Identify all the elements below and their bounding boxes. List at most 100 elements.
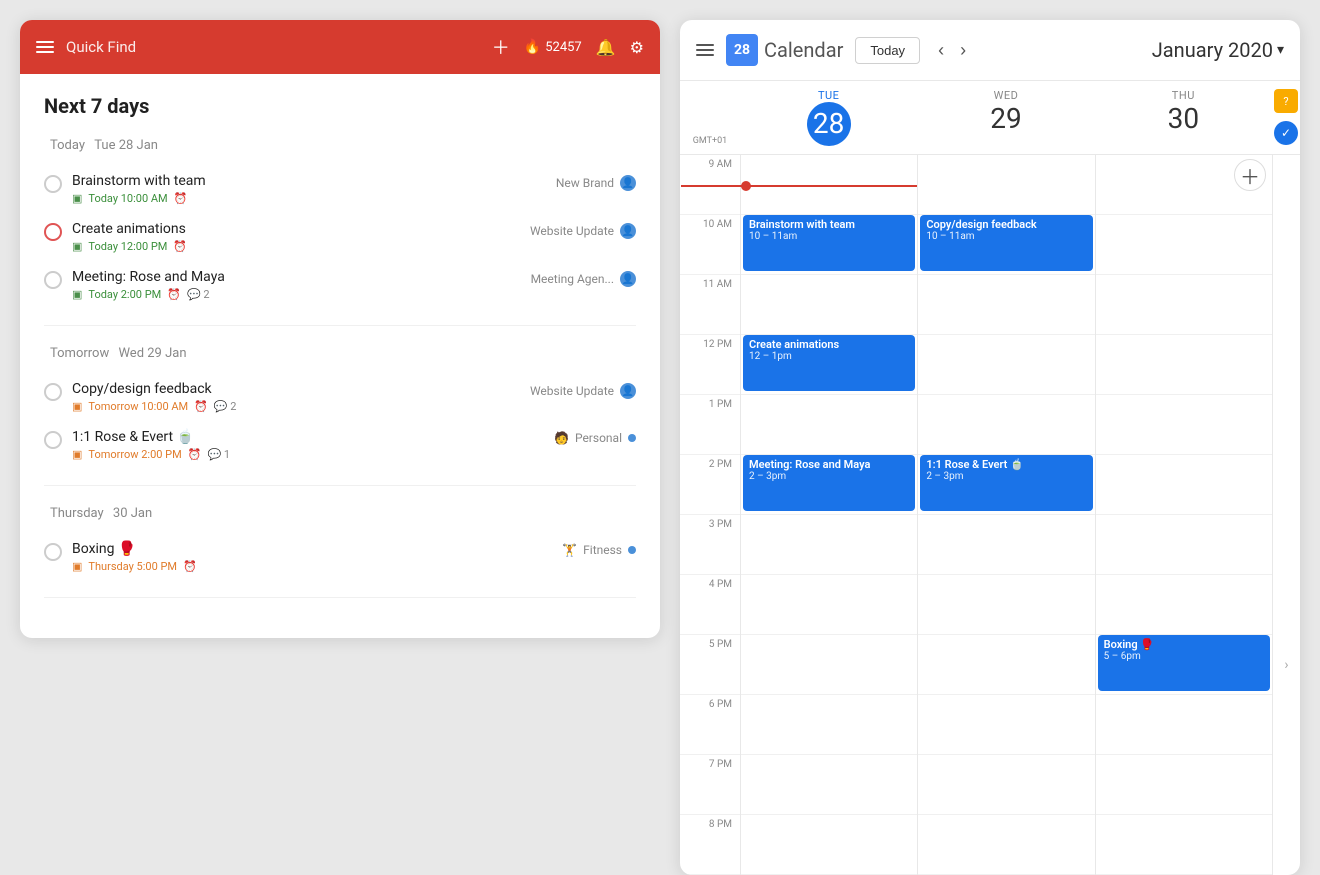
done-icon[interactable]: ✓ [1274,121,1298,145]
quick-find-label[interactable]: Quick Find [66,38,480,56]
task-item[interactable]: Create animations ▣ Today 12:00 PM ⏰ Web… [44,213,636,261]
time-8pm: 8 PM [680,815,740,875]
task-right: New Brand 👤 [556,175,636,191]
cal-icon: ▣ [72,400,82,413]
panel-title: Next 7 days [44,94,636,118]
task-meta: ▣ Today 10:00 AM ⏰ [72,192,556,205]
fitness-emoji: 🏋 [562,543,577,557]
comments-badge: 💬 2 [214,400,237,413]
karma-badge: 🔥 52457 [524,39,582,55]
tomorrow-task-list: Copy/design feedback ▣ Tomorrow 10:00 AM… [44,373,636,486]
karma-icon: 🔥 [524,39,541,55]
top-bar-icons: ＋ 🔥 52457 🔔 ⚙ [492,34,644,60]
cal-app-name: Calendar [764,38,843,62]
cal-icon: ▣ [72,240,82,253]
task-right: Website Update 👤 [530,383,636,399]
event-brainstorm[interactable]: Brainstorm with team 10 – 11am [743,215,915,271]
time-1pm: 1 PM [680,395,740,455]
event-animations[interactable]: Create animations 12 – 1pm [743,335,915,391]
cal-icon: ▣ [72,192,82,205]
prev-nav-button[interactable]: ‹ [932,38,950,63]
task-right: Website Update 👤 [530,223,636,239]
gear-icon[interactable]: ⚙ [630,38,644,57]
task-checkbox[interactable] [44,271,62,289]
cal-day-thu[interactable]: THU 30 [1095,81,1272,154]
task-checkbox[interactable] [44,543,62,561]
day-dow-thu: THU [1172,89,1195,102]
bell-icon[interactable]: 🔔 [596,38,616,57]
tasks-icon[interactable]: ? [1274,89,1298,113]
day-col-wed: Copy/design feedback 10 – 11am 1:1 Rose … [917,155,1094,875]
day-num-30: 30 [1168,102,1199,136]
day-num-29: 29 [990,102,1021,136]
comments-badge: 💬 1 [207,448,230,461]
task-checkbox[interactable] [44,175,62,193]
event-copy-design[interactable]: Copy/design feedback 10 – 11am [920,215,1092,271]
hamburger-menu[interactable] [36,41,54,53]
left-content: Next 7 days Today Tue 28 Jan Brainstorm … [20,74,660,638]
right-spacer: › [1272,155,1300,875]
next-nav-button[interactable]: › [954,38,972,63]
today-button[interactable]: Today [855,37,920,64]
task-item[interactable]: Meeting: Rose and Maya ▣ Today 2:00 PM ⏰… [44,261,636,309]
avatar: 👤 [620,223,636,239]
avatar: 👤 [620,175,636,191]
cal-header: 28 Calendar Today ‹ › January 2020 [680,20,1300,81]
reminder-icon: ⏰ [183,560,197,573]
cal-icon: ▣ [72,288,82,301]
task-right: Meeting Agen... 👤 [531,271,636,287]
cal-side-icons: ? ✓ [1272,81,1300,154]
reminder-icon: ⏰ [194,400,208,413]
task-meta: ▣ Thursday 5:00 PM ⏰ [72,560,562,573]
event-11-rose[interactable]: 1:1 Rose & Evert 🍵 2 – 3pm [920,455,1092,511]
cal-month-title[interactable]: January 2020 [984,38,1284,62]
cal-logo-box: 28 [726,34,758,66]
task-right: 🧑 Personal [554,431,636,445]
cal-day-tue[interactable]: TUE 28 [740,81,917,154]
comments-badge: 💬 2 [187,288,210,301]
cal-grid: 9 AM 10 AM 11 AM 12 PM 1 PM 2 PM 3 PM 4 … [680,155,1300,875]
event-meeting-rose[interactable]: Meeting: Rose and Maya 2 – 3pm [743,455,915,511]
project-dot [628,546,636,554]
task-right: 🏋 Fitness [562,543,636,557]
avatar: 👤 [620,383,636,399]
day-dow-tue: TUE [818,89,839,102]
section-thursday: Thursday 30 Jan [44,506,636,521]
cal-icon: ▣ [72,560,82,573]
time-11am: 11 AM [680,275,740,335]
reminder-icon: ⏰ [167,288,181,301]
reminder-icon: ⏰ [174,192,188,205]
task-checkbox[interactable] [44,383,62,401]
gmt-label: GMT+01 [680,81,740,154]
cal-days-header: GMT+01 TUE 28 WED 29 [680,81,1300,155]
event-boxing[interactable]: Boxing 🥊 5 – 6pm [1098,635,1270,691]
time-4pm: 4 PM [680,575,740,635]
task-item[interactable]: Boxing 🥊 ▣ Thursday 5:00 PM ⏰ 🏋 Fitness [44,533,636,581]
cal-hamburger-menu[interactable] [696,44,714,56]
expand-icon[interactable]: › [1284,657,1288,673]
task-checkbox[interactable] [44,431,62,449]
cal-body: GMT+01 TUE 28 WED 29 [680,81,1300,875]
section-today: Today Tue 28 Jan [44,138,636,153]
right-panel: 28 Calendar Today ‹ › January 2020 GMT+0… [680,20,1300,875]
time-9am: 9 AM [680,155,740,215]
time-labels-col: 9 AM 10 AM 11 AM 12 PM 1 PM 2 PM 3 PM 4 … [680,155,740,875]
add-icon[interactable]: ＋ [492,34,510,60]
reminder-icon: ⏰ [173,240,187,253]
task-checkbox[interactable] [44,223,62,241]
cal-nav: ‹ › [932,38,972,63]
cal-icon: ▣ [72,448,82,461]
day-col-tue: Brainstorm with team 10 – 11am Create an… [740,155,917,875]
personal-emoji: 🧑 [554,431,569,445]
cal-day-wed[interactable]: WED 29 [917,81,1094,154]
avatar: 👤 [620,271,636,287]
task-item[interactable]: Copy/design feedback ▣ Tomorrow 10:00 AM… [44,373,636,421]
time-2pm: 2 PM [680,455,740,515]
task-item[interactable]: 1:1 Rose & Evert 🍵 ▣ Tomorrow 2:00 PM ⏰ … [44,421,636,469]
task-meta: ▣ Tomorrow 10:00 AM ⏰ 💬 2 [72,400,530,413]
task-item[interactable]: Brainstorm with team ▣ Today 10:00 AM ⏰ … [44,165,636,213]
cal-main: GMT+01 TUE 28 WED 29 [680,81,1300,875]
top-bar: Quick Find ＋ 🔥 52457 🔔 ⚙ [20,20,660,74]
section-tomorrow: Tomorrow Wed 29 Jan [44,346,636,361]
task-body: Meeting: Rose and Maya ▣ Today 2:00 PM ⏰… [72,269,531,301]
